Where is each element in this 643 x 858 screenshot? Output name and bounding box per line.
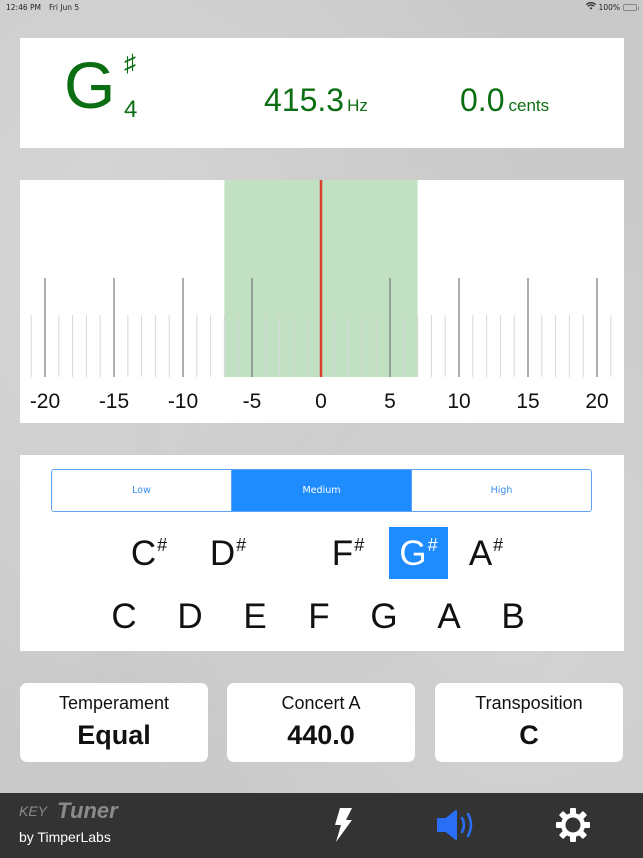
cents-readout: 0.0 cents: [460, 82, 549, 119]
key-b[interactable]: B: [491, 595, 535, 639]
key-letter: G: [399, 534, 427, 573]
bottom-toolbar: KEY Tuner by TimperLabs: [0, 793, 643, 858]
key-accidental: #: [236, 535, 247, 555]
status-date: Fri Jun 5: [49, 2, 80, 12]
brand-key: KEY: [19, 803, 48, 819]
speaker-icon: [437, 810, 473, 840]
scale-label: -20: [30, 390, 60, 413]
temperament-value: Equal: [77, 720, 151, 750]
meter-scale: -20 -15 -10 -5 0 5 10 15 20: [30, 180, 612, 413]
transposition-label: Transposition: [475, 693, 583, 713]
scale-label: 15: [516, 390, 539, 413]
key-accidental: #: [157, 535, 168, 555]
key-f[interactable]: F: [297, 595, 341, 639]
key-letter: A: [468, 534, 493, 573]
key-accidental: #: [493, 535, 504, 555]
battery-percent: 100%: [598, 2, 620, 12]
sound-button[interactable]: [436, 803, 480, 847]
tuning-meter: -20 -15 -10 -5 0 5 10 15 20: [20, 180, 624, 423]
temperament-card[interactable]: Temperament Equal: [20, 683, 208, 762]
scale-label: 5: [384, 390, 396, 413]
sensitivity-low[interactable]: Low: [52, 470, 231, 511]
scale-label: -10: [168, 390, 198, 413]
brand-byline: by TimperLabs: [19, 829, 111, 845]
key-selector-panel: Low Medium High C # D # F # G # A # C D E F G…: [20, 455, 624, 651]
frequency-value: 415.3: [264, 82, 345, 118]
key-c-sharp[interactable]: C #: [123, 527, 175, 579]
lightning-icon: [335, 808, 352, 842]
key-d-sharp[interactable]: D #: [202, 527, 254, 579]
brand-tuner: Tuner: [57, 798, 118, 823]
battery-charging-icon: [623, 3, 639, 11]
sensitivity-high[interactable]: High: [411, 470, 591, 511]
key-g-sharp[interactable]: G #: [389, 527, 448, 579]
key-letter: F: [331, 534, 354, 573]
frequency-unit: Hz: [347, 96, 368, 115]
scale-label: 20: [585, 390, 608, 413]
key-d[interactable]: D: [168, 595, 212, 639]
key-letter: D: [209, 534, 236, 573]
cents-value: 0.0: [460, 82, 505, 118]
scale-label: -5: [243, 390, 262, 413]
scale-label: -15: [99, 390, 129, 413]
settings-button[interactable]: [551, 803, 595, 847]
key-accidental: #: [427, 535, 438, 555]
key-a[interactable]: A: [427, 595, 471, 639]
key-accidental: #: [354, 535, 365, 555]
concert-a-label: Concert A: [281, 693, 361, 713]
scale-label: 0: [315, 390, 327, 413]
key-a-sharp[interactable]: A #: [460, 527, 512, 579]
status-time: 12:46 PM: [6, 2, 41, 12]
sensitivity-medium[interactable]: Medium: [231, 470, 411, 511]
temperament-label: Temperament: [58, 693, 170, 713]
detected-note-octave: 4: [124, 96, 138, 123]
lightning-button[interactable]: [321, 803, 365, 847]
key-e[interactable]: E: [233, 595, 277, 639]
scale-label: 10: [447, 390, 470, 413]
detected-note-letter: G: [64, 48, 116, 122]
gear-icon: [556, 808, 590, 842]
status-bar: 12:46 PM Fri Jun 5 100%: [0, 0, 643, 14]
frequency-readout: 415.3 Hz: [264, 82, 368, 119]
transposition-card[interactable]: Transposition C: [435, 683, 623, 762]
concert-a-card[interactable]: Concert A 440.0: [227, 683, 415, 762]
concert-a-value: 440.0: [287, 720, 355, 750]
detected-note-accidental: ♯: [124, 50, 136, 77]
sensitivity-segmented-control: Low Medium High: [51, 469, 592, 512]
key-letter: C: [130, 534, 157, 573]
key-f-sharp[interactable]: F #: [322, 527, 374, 579]
cents-unit: cents: [508, 96, 550, 115]
note-display-panel: G ♯ 4 415.3 Hz 0.0 cents: [20, 38, 624, 148]
key-c[interactable]: C: [102, 595, 146, 639]
key-g[interactable]: G: [362, 595, 406, 639]
wifi-icon: [585, 2, 596, 12]
transposition-value: C: [519, 720, 539, 750]
